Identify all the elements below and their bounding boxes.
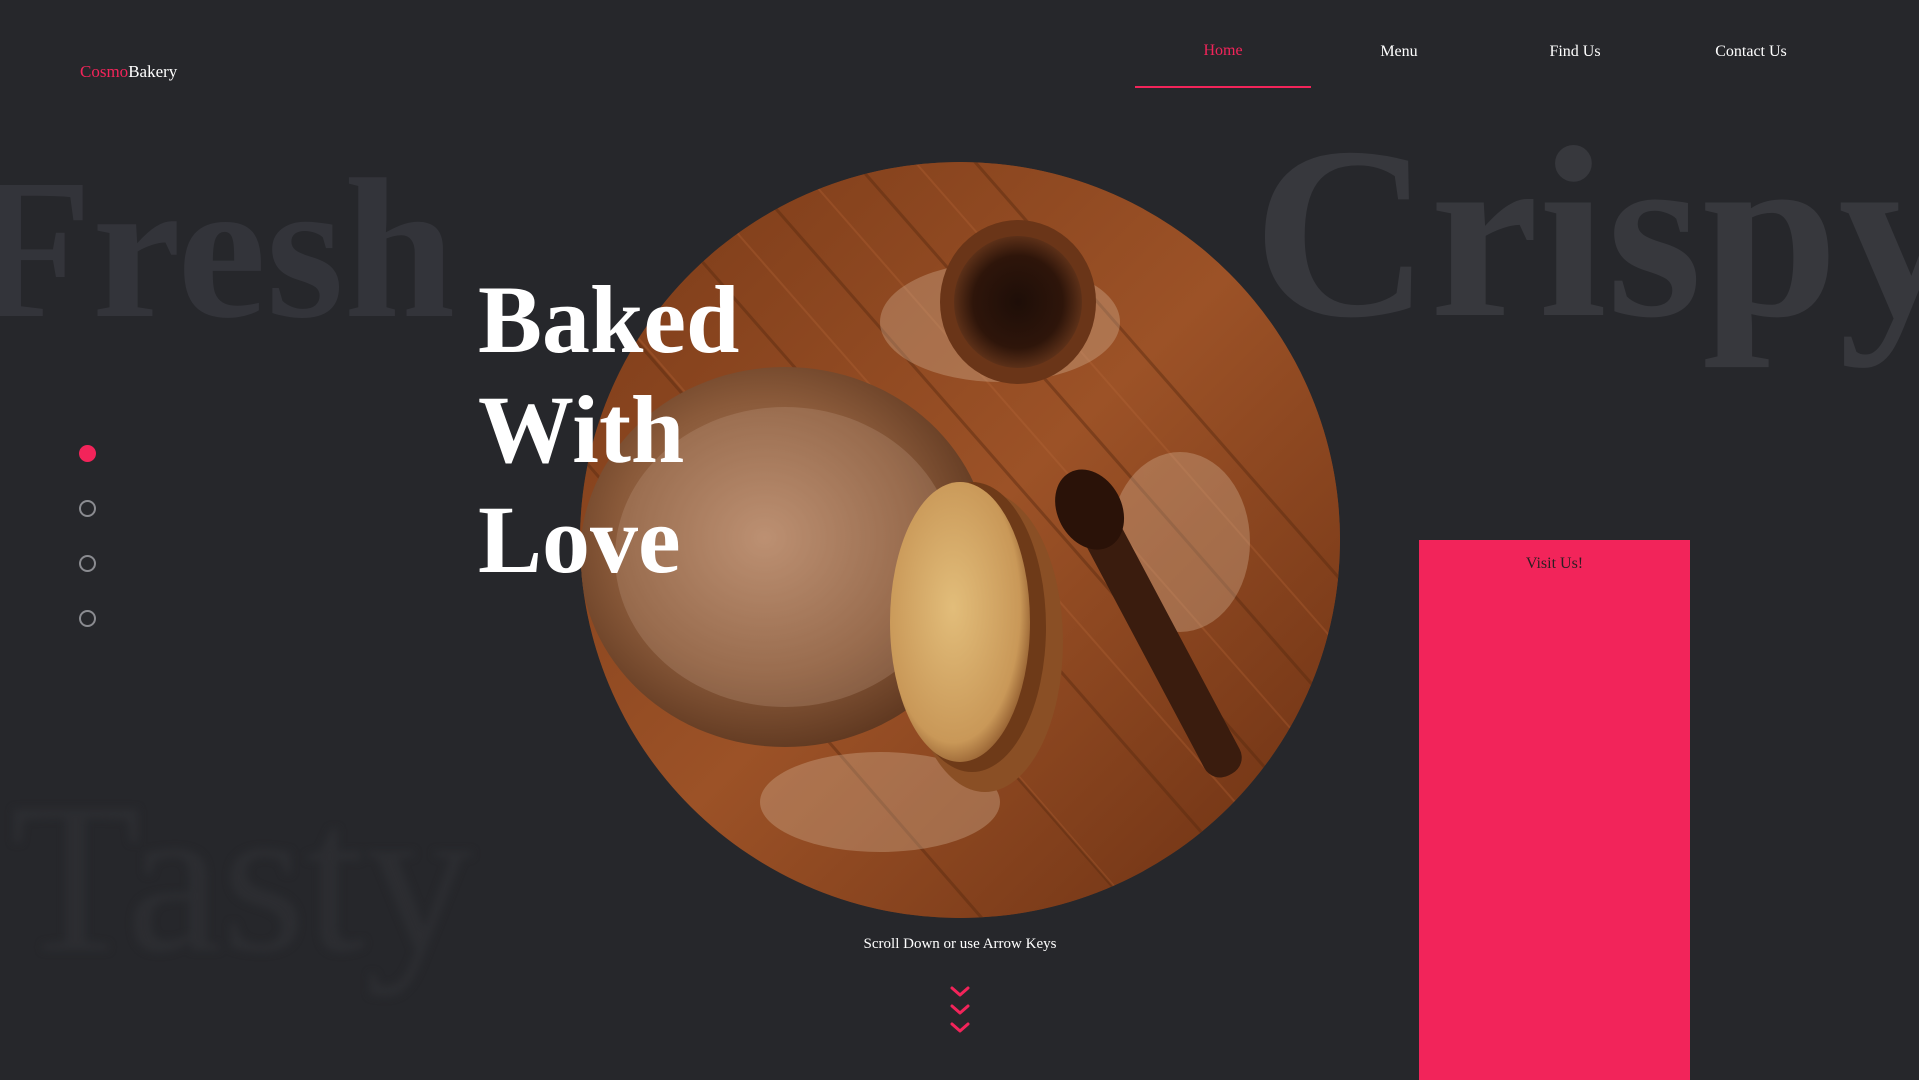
visit-us-panel[interactable]: Visit Us! [1419, 540, 1690, 1080]
scroll-down-icon[interactable] [949, 985, 971, 1042]
pagination-dot-4[interactable] [79, 610, 96, 627]
pagination-dot-2[interactable] [79, 500, 96, 517]
brand-logo-suffix: Bakery [128, 62, 178, 81]
triple-chevron-down-icon [950, 986, 970, 1033]
nav-item-find-us[interactable]: Find Us [1487, 0, 1663, 88]
background-word-crispy: Crispy [1253, 97, 1919, 368]
pagination-dot-1[interactable] [79, 445, 96, 462]
nav-item-contact-us[interactable]: Contact Us [1663, 0, 1839, 88]
background-word-fresh: Fresh [0, 139, 456, 360]
landing-page: Fresh Crispy Tasty CosmoBakery Home Menu… [0, 0, 1919, 1080]
hero-headline-line-3: Love [478, 486, 681, 593]
hero-headline: Baked With Love [478, 265, 739, 595]
nav-item-menu[interactable]: Menu [1311, 0, 1487, 88]
hero-headline-line-1: Baked [478, 266, 740, 373]
nav-item-home[interactable]: Home [1135, 0, 1311, 88]
section-pagination [79, 445, 96, 665]
background-word-tasty: Tasty [10, 758, 473, 997]
pagination-dot-3[interactable] [79, 555, 96, 572]
hero-headline-line-2: With [478, 376, 685, 483]
brand-logo-prefix: Cosmo [80, 62, 129, 81]
scroll-hint-text: Scroll Down or use Arrow Keys [863, 936, 1057, 952]
main-nav: Home Menu Find Us Contact Us [1135, 0, 1839, 90]
brand-logo[interactable]: CosmoBakery [80, 62, 177, 82]
visit-us-label: Visit Us! [1525, 555, 1584, 572]
